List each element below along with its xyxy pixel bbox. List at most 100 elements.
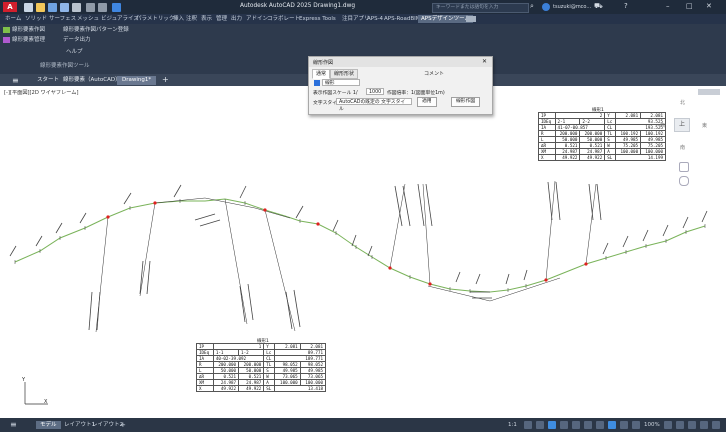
offset-line	[224, 198, 248, 325]
pattern-register-button[interactable]: 線形要素作図パターン登録	[63, 26, 129, 34]
tab-drawing1[interactable]: Drawing1*	[117, 76, 157, 85]
otrack-icon[interactable]	[584, 421, 592, 429]
save-icon[interactable]	[48, 3, 57, 12]
close-button[interactable]: ✕	[706, 2, 712, 10]
isolate-icon[interactable]	[688, 421, 696, 429]
offset-line	[95, 216, 109, 333]
offset-label	[555, 181, 561, 221]
plus-icon[interactable]	[676, 421, 684, 429]
compass-south[interactable]: 南	[680, 144, 685, 151]
linear-element-draw-button[interactable]: 線形要素作図	[3, 26, 45, 34]
lineweight-icon[interactable]	[596, 421, 604, 429]
linear-element-manage-button[interactable]: 線形要素管理	[3, 36, 45, 44]
gear-icon[interactable]	[664, 421, 672, 429]
ip-tangent-left	[154, 197, 291, 219]
search-input[interactable]: キーワードまたは語句を入力	[432, 3, 529, 13]
minimize-button[interactable]: –	[666, 2, 670, 10]
offset-label	[293, 289, 301, 328]
key-point-marker	[316, 222, 320, 226]
osnap-icon[interactable]	[572, 421, 580, 429]
menu-icon[interactable]: ≡	[12, 76, 19, 85]
new-tab-button[interactable]: +	[162, 75, 169, 84]
ribbon-item-label: データ出力	[63, 37, 91, 43]
annotation-icon[interactable]	[608, 421, 616, 429]
search-icon[interactable]: ⌕	[530, 2, 534, 11]
ribbon-options-icon[interactable]	[466, 16, 476, 22]
layer-color-swatch[interactable]	[314, 80, 320, 86]
ribbon-item-label: 線形要素作図ツール	[40, 63, 90, 69]
cart-icon[interactable]: ⛟	[594, 2, 603, 11]
zoom-icon[interactable]	[679, 176, 689, 186]
alignment-line	[14, 198, 706, 293]
snap-icon[interactable]	[536, 421, 544, 429]
annotation-scale-icon[interactable]	[632, 421, 640, 429]
offset-label	[417, 183, 425, 227]
data-output-button[interactable]: データ出力	[63, 36, 91, 44]
polar-icon[interactable]	[560, 421, 568, 429]
tab-express-tools[interactable]: Express Tools	[296, 15, 339, 23]
add-layout-button[interactable]: +	[120, 421, 126, 429]
viewcube[interactable]: 上	[674, 118, 690, 132]
tab-linear-shape[interactable]: 線形形状	[330, 69, 359, 79]
key-point-marker	[153, 201, 157, 205]
customize-icon[interactable]	[712, 421, 720, 429]
share-icon[interactable]	[112, 3, 121, 12]
ortho-icon[interactable]	[548, 421, 556, 429]
offset-line	[139, 202, 156, 297]
style-select[interactable]: AutoCADの既定の 文字スタイル	[336, 98, 412, 112]
ucs-x-label: X	[44, 399, 48, 405]
scale-input[interactable]: 1000	[366, 88, 384, 95]
offset-label	[247, 283, 254, 321]
tab-normal[interactable]: 通常	[312, 69, 331, 79]
fullscreen-icon[interactable]	[700, 421, 708, 429]
open-icon[interactable]	[36, 3, 45, 12]
tab-model[interactable]: モデル	[36, 421, 61, 429]
app-logo[interactable]: A	[3, 2, 17, 12]
apply-button[interactable]: 適用	[417, 97, 437, 107]
save-as-icon[interactable]	[60, 3, 69, 12]
compass-east[interactable]: 東	[702, 122, 707, 129]
tab-home[interactable]: ホーム	[2, 15, 24, 23]
drawing-canvas[interactable]: [-][平面図][2D ワイヤフレーム] 線形1 IP 2 Y 2.081 2.…	[0, 86, 726, 418]
zoom-readout[interactable]: 100%	[644, 421, 660, 429]
table-cell: 49.922	[212, 385, 240, 392]
curve-table[interactable]: IP 1 Y 2.081 2.081 IDEq 1-1 1-2 Lc 89.771 IA 40-0…	[196, 343, 327, 392]
close-icon[interactable]: ✕	[482, 58, 487, 65]
user-name[interactable]: tsuzuki@mco...	[553, 4, 591, 10]
new-icon[interactable]	[24, 3, 33, 12]
help-button[interactable]: ヘルプ	[66, 48, 83, 56]
grid-icon[interactable]	[524, 421, 532, 429]
tab-linear-element[interactable]: 線形要素（AutoCAD）	[58, 76, 126, 85]
key-point-marker	[544, 278, 548, 282]
pan-icon[interactable]	[679, 162, 689, 172]
maximize-button[interactable]: □	[686, 2, 693, 10]
tab-layout1[interactable]: レイアウト1	[64, 421, 95, 429]
compass-west[interactable]: 西	[660, 122, 665, 129]
plot-icon[interactable]	[72, 3, 81, 12]
dialog-title-bar[interactable]: 線形作図 ✕	[309, 57, 492, 67]
user-icon[interactable]	[542, 3, 550, 11]
draw-button[interactable]: 線形作図	[451, 97, 481, 107]
linear-draw-dialog[interactable]: 線形作図 ✕ 通常 線形形状 コメント 線形 表示作図スケール 1/ 1000 …	[308, 56, 493, 115]
menu-icon[interactable]: ≡	[10, 420, 17, 429]
station-label	[523, 269, 528, 281]
help-icon[interactable]: ?	[624, 2, 628, 10]
layer-field[interactable]: 線形	[322, 79, 360, 86]
compass-north[interactable]: 北	[680, 99, 685, 106]
tab-layout2[interactable]: レイアウト2	[92, 421, 123, 429]
curve-table[interactable]: IP 2 Y 2.081 2.081 IDEq 2-1 2-2 Lc 93.525 IA 41-0…	[538, 112, 666, 161]
offset-label	[139, 260, 144, 295]
ucs-y-label: Y	[22, 377, 26, 383]
tab-aps-design-tools[interactable]: APSデザインツール	[418, 15, 474, 23]
offset-line	[422, 183, 431, 285]
redo-icon[interactable]	[98, 3, 107, 12]
scale-readout[interactable]: 1:1	[508, 421, 517, 429]
undo-icon[interactable]	[86, 3, 95, 12]
station-label	[35, 235, 43, 247]
table-cell: SL	[263, 385, 276, 392]
scale-mode[interactable]: 作図倍率：1(図面単位1m)	[387, 89, 445, 96]
workspace-icon[interactable]	[620, 421, 628, 429]
view-controls-icon[interactable]	[698, 89, 720, 95]
station-label	[123, 192, 132, 205]
ucs-icon	[24, 382, 48, 405]
